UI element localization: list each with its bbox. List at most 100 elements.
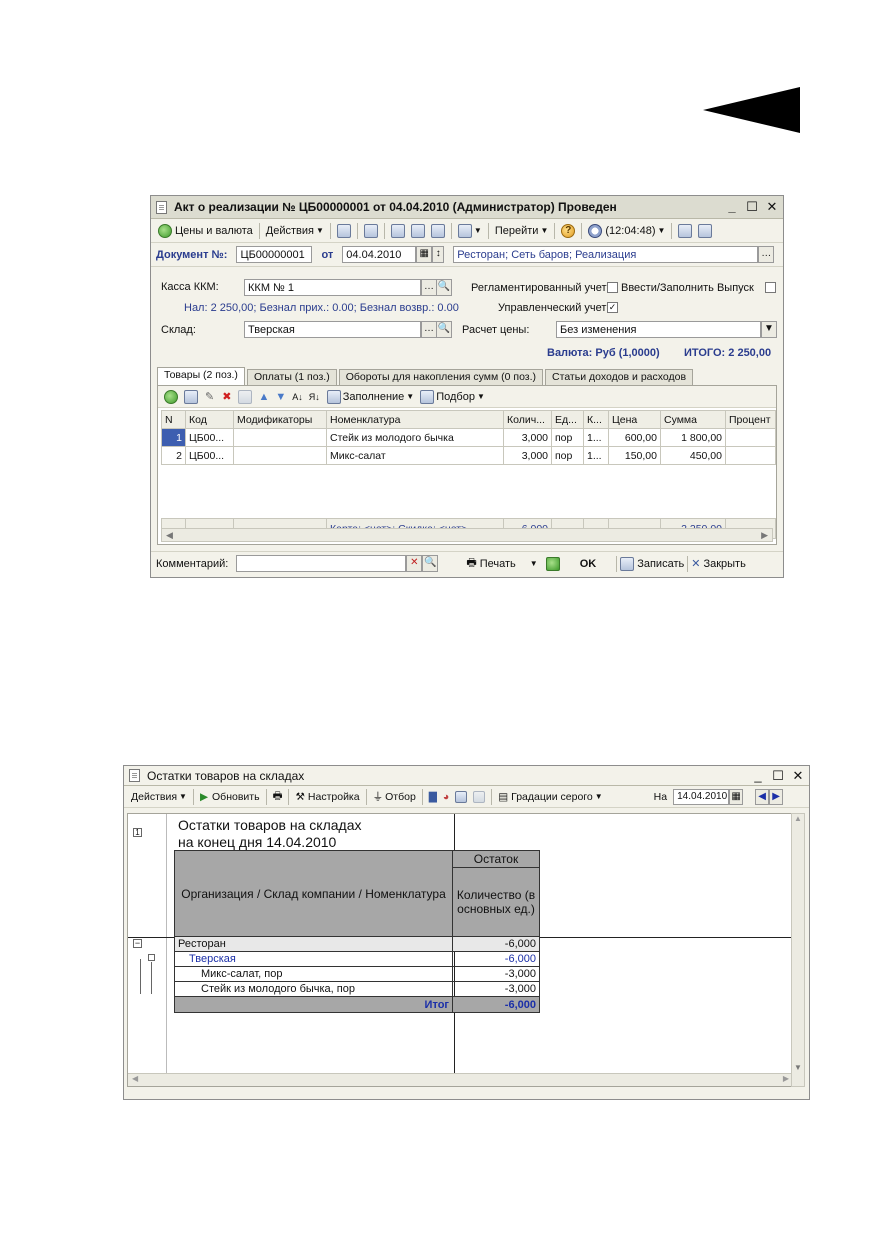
post-icon-button[interactable] <box>408 221 428 241</box>
col-header[interactable]: Код <box>185 410 234 429</box>
cell-item[interactable]: Стейк из молодого бычка <box>326 428 504 447</box>
calendar-icon[interactable]: ▦ <box>416 246 433 263</box>
minimize-button[interactable]: _ <box>726 199 738 215</box>
tab-income-expense[interactable]: Статьи доходов и расходов <box>545 369 694 385</box>
save-button[interactable]: Записать <box>637 558 684 570</box>
cell-coef[interactable]: 1... <box>583 428 609 447</box>
fill-menu[interactable]: Заполнение <box>343 391 405 403</box>
next-period-icon[interactable]: ▶ <box>769 788 784 805</box>
tab-turnovers[interactable]: Обороты для накопления сумм (0 поз.) <box>338 369 544 385</box>
kassa-select-button[interactable]: … <box>421 279 437 296</box>
refresh-icon-button[interactable] <box>361 221 381 241</box>
tab-payments[interactable]: Оплаты (1 поз.) <box>246 369 337 385</box>
cell-price[interactable]: 150,00 <box>608 446 661 465</box>
cell-code[interactable]: ЦБ00... <box>185 428 234 447</box>
table-row[interactable]: 1 ЦБ00... Стейк из молодого бычка 3,000 … <box>161 428 776 447</box>
move-up-icon[interactable]: ▲ <box>258 391 269 403</box>
date-spinner[interactable]: ↕ <box>432 246 445 263</box>
delete-row-icon[interactable]: ✖ <box>222 390 231 403</box>
cell-price[interactable]: 600,00 <box>608 428 661 447</box>
row-number[interactable]: 2 <box>161 446 186 465</box>
edit-row-icon[interactable]: ✎ <box>205 390 214 403</box>
end-edit-icon[interactable] <box>238 389 253 404</box>
cell-sum[interactable]: 450,00 <box>660 446 726 465</box>
org-select-button[interactable]: … <box>758 246 775 263</box>
actions-menu[interactable]: Действия ▼ <box>263 221 327 241</box>
copy-row-icon[interactable] <box>184 389 198 404</box>
collapse-subgroup-icon[interactable] <box>148 954 155 961</box>
move-down-icon[interactable]: ▼ <box>275 391 286 403</box>
on-date-field[interactable]: 14.04.2010 <box>673 788 730 805</box>
cell-coef[interactable]: 1... <box>583 446 609 465</box>
movements-button[interactable] <box>695 221 715 241</box>
sklad-field[interactable]: Тверская <box>244 321 421 338</box>
based-on-button[interactable]: ▼ <box>455 221 485 241</box>
raschet-field[interactable]: Без изменения <box>556 321 761 338</box>
scroll-up-icon[interactable]: ▲ <box>792 814 804 823</box>
doc-date-field[interactable]: 04.04.2010 <box>342 246 417 263</box>
cell-sum[interactable]: 1 800,00 <box>660 428 726 447</box>
kassa-field[interactable]: ККМ № 1 <box>244 279 421 296</box>
print-dropdown-icon[interactable]: ▼ <box>530 559 538 568</box>
cell-unit[interactable]: пор <box>551 428 584 447</box>
comment-search-icon[interactable]: 🔍 <box>422 555 439 572</box>
structure-button[interactable] <box>675 221 695 241</box>
vertical-scrollbar[interactable]: ▲ ▼ <box>791 813 805 1087</box>
ok-button[interactable]: OK <box>580 558 597 570</box>
horizontal-scrollbar[interactable]: ◀ ▶ <box>161 528 773 542</box>
scroll-down-icon[interactable]: ▼ <box>792 1063 804 1072</box>
prev-period-icon[interactable]: ◀ <box>755 788 770 805</box>
scroll-left-icon[interactable]: ◀ <box>166 530 173 541</box>
sort-desc-icon[interactable]: Я↓ <box>309 392 320 402</box>
close-button[interactable]: ✕ <box>766 199 778 215</box>
col-header[interactable]: Колич... <box>503 410 552 429</box>
col-header[interactable]: N <box>161 410 186 429</box>
filter-button[interactable]: ⏚ Отбор <box>370 787 419 807</box>
scroll-right-icon[interactable]: ▶ <box>783 1074 789 1086</box>
row-number[interactable]: 1 <box>161 428 186 447</box>
col-header[interactable]: Цена <box>608 410 661 429</box>
select-menu[interactable]: Подбор <box>436 391 475 403</box>
reg-uchet-checkbox[interactable] <box>607 282 618 293</box>
time-button[interactable]: (12:04:48) ▼ <box>585 221 668 241</box>
print-button[interactable]: Печать <box>480 558 516 570</box>
close-form-button[interactable]: Закрыть <box>703 558 745 570</box>
raschet-dropdown-icon[interactable]: ▼ <box>761 321 777 338</box>
move-icon-button[interactable] <box>334 221 354 241</box>
cell-percent[interactable] <box>725 446 776 465</box>
org-field[interactable]: Ресторан; Сеть баров; Реализация <box>453 246 759 263</box>
actions-menu[interactable]: Действия ▼ <box>128 787 190 807</box>
post-check-icon[interactable] <box>545 556 560 571</box>
col-header[interactable]: Модификаторы <box>233 410 327 429</box>
close-button[interactable]: ✕ <box>792 768 804 784</box>
tab-goods[interactable]: Товары (2 поз.) <box>157 367 245 385</box>
col-header[interactable]: Сумма <box>660 410 726 429</box>
comment-clear-icon[interactable]: ✕ <box>406 555 423 572</box>
goto-menu[interactable]: Перейти ▼ <box>492 221 552 241</box>
col-header[interactable]: Номенклатура <box>326 410 504 429</box>
settings-button[interactable]: ⚒ Настройка <box>292 787 362 807</box>
col-header[interactable]: Ед... <box>551 410 584 429</box>
cell-percent[interactable] <box>725 428 776 447</box>
grid-view-button[interactable] <box>470 787 488 807</box>
col-header[interactable]: Процент <box>725 410 776 429</box>
cell-qty[interactable]: 3,000 <box>503 446 552 465</box>
cell-unit[interactable]: пор <box>551 446 584 465</box>
expand-all-icon[interactable]: 1 <box>133 828 142 837</box>
maximize-button[interactable]: ☐ <box>772 768 784 784</box>
refresh-button[interactable]: ▶ Обновить <box>197 787 263 807</box>
sklad-search-icon[interactable]: 🔍 <box>436 321 452 338</box>
enter-fill-checkbox[interactable] <box>765 282 776 293</box>
cell-code[interactable]: ЦБ00... <box>185 446 234 465</box>
sort-asc-icon[interactable]: A↓ <box>292 392 303 402</box>
add-row-icon[interactable] <box>164 389 178 404</box>
calendar-icon[interactable]: ▦ <box>729 788 744 805</box>
doc-number-field[interactable]: ЦБ00000001 <box>236 246 313 263</box>
chart-button[interactable]: ▇ <box>426 787 440 807</box>
unpost-icon-button[interactable] <box>428 221 448 241</box>
gradation-menu[interactable]: ▤ Градации серого ▼ <box>495 787 605 807</box>
table-row[interactable]: 2 ЦБ00... Микс-салат 3,000 пор 1... 150,… <box>161 446 776 465</box>
collapse-group-icon[interactable]: − <box>133 939 142 948</box>
cell-qty[interactable]: 3,000 <box>503 428 552 447</box>
table-view-button[interactable] <box>452 787 470 807</box>
